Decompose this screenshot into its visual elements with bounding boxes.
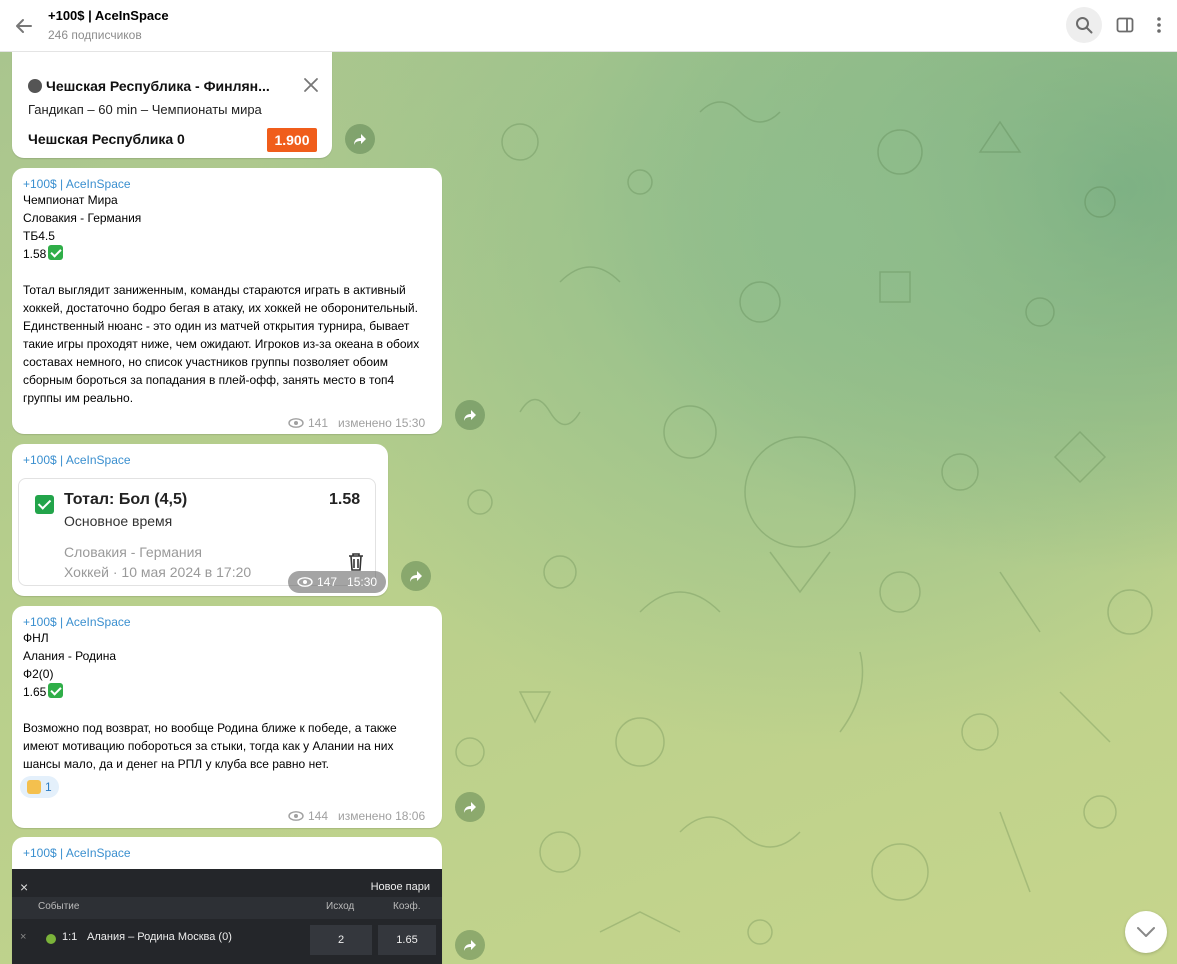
close-icon: × — [20, 879, 29, 895]
slip-match: Словакия - Германия — [64, 544, 203, 560]
message-line: Алания - Родина — [23, 649, 117, 663]
message-line-odds: 1.58 — [23, 245, 428, 263]
slip-period: Основное время — [64, 513, 173, 529]
arrow-left-icon — [16, 19, 32, 33]
reaction-count: 1 — [45, 780, 52, 794]
message-line: ТБ4.5 — [23, 229, 55, 243]
forward-button[interactable] — [455, 930, 485, 960]
search-icon — [1076, 17, 1093, 34]
message-meta: 144 изменено 18:06 — [288, 809, 425, 823]
hockey-puck-icon — [28, 79, 42, 93]
message-time: изменено 18:06 — [338, 809, 426, 823]
message-author[interactable]: +100$ | AceInSpace — [23, 177, 428, 191]
reaction-chip[interactable]: 1 — [20, 776, 59, 798]
message-bubble[interactable]: +100$ | AceInSpace × Новое пари Событие … — [12, 837, 442, 964]
share-arrow-icon — [410, 571, 422, 582]
message-text: Возможно под возврат, но вообще Родина б… — [23, 721, 397, 771]
live-ball-icon — [46, 934, 56, 944]
row-outcome-box: 2 — [310, 925, 372, 955]
views-eye-icon — [297, 577, 313, 587]
message-author[interactable]: +100$ | AceInSpace — [23, 453, 131, 467]
message-meta: 147 15:30 — [288, 571, 387, 593]
message-time: изменено 15:30 — [338, 416, 426, 430]
slip-date: Хоккей · 10 мая 2024 в 17:20 — [64, 564, 252, 580]
odds-value: 1.58 — [23, 247, 47, 261]
row-outcome: 2 — [337, 934, 345, 946]
share-arrow-icon — [464, 940, 476, 951]
side-panel-button[interactable] — [1107, 7, 1143, 43]
bet-pick: Чешская Республика 0 — [28, 131, 185, 147]
col-odds: Коэф. — [393, 901, 421, 912]
message-author[interactable]: +100$ | AceInSpace — [23, 615, 428, 629]
screenshot-table-row: × 1:1 Алания – Родина Москва (0) 2 1.65 — [12, 925, 442, 955]
forward-button[interactable] — [401, 561, 431, 591]
view-count: 147 — [317, 575, 338, 589]
slip-odds: 1.58 — [329, 491, 361, 508]
message-line: Словакия - Германия — [23, 211, 142, 225]
message-text: Тотал выглядит заниженным, команды стара… — [23, 283, 420, 405]
message-line: Чемпионат Мира — [23, 193, 118, 207]
share-arrow-icon — [464, 802, 476, 813]
channel-title[interactable]: +100$ | AceInSpace — [48, 8, 169, 23]
bet-market: Гандикап – 60 min – Чемпионаты мира — [28, 102, 262, 117]
message-bubble[interactable]: +100$ | AceInSpace ФНЛ Алания - Родина Ф… — [12, 606, 442, 828]
forward-button[interactable] — [455, 400, 485, 430]
col-event: Событие — [38, 901, 80, 912]
message-line-odds: 1.65 — [23, 683, 428, 701]
sidebar-icon — [1116, 17, 1134, 33]
share-arrow-icon — [354, 134, 366, 145]
screenshot-title: Новое пари — [370, 881, 430, 893]
check-mark-icon — [48, 245, 64, 260]
share-arrow-icon — [464, 410, 476, 421]
odds-badge[interactable]: 1.900 — [267, 128, 317, 152]
subscriber-count: 246 подписчиков — [48, 28, 142, 42]
forward-button[interactable] — [345, 124, 375, 154]
close-icon[interactable] — [302, 76, 320, 94]
message-time: 15:30 — [347, 575, 378, 589]
row-remove-icon: × — [20, 931, 27, 943]
slip-title: Тотал: Бол (4,5) — [64, 491, 188, 508]
thumbs-up-icon — [27, 780, 41, 794]
views-eye-icon — [288, 811, 304, 821]
bet-card-message[interactable]: Чешская Республика - Финлян... Гандикап … — [12, 52, 332, 158]
bet-match-title: Чешская Республика - Финлян... — [28, 78, 290, 94]
message-author[interactable]: +100$ | AceInSpace — [23, 846, 131, 860]
row-odds-box: 1.65 — [378, 925, 436, 955]
row-odds: 1.65 — [396, 934, 418, 946]
scroll-down-button[interactable] — [1125, 911, 1167, 953]
views-eye-icon — [288, 418, 304, 428]
trash-icon — [347, 552, 365, 572]
screenshot-table-header: Событие Исход Коэф. — [12, 897, 442, 919]
row-event: Алания – Родина Москва (0) — [87, 931, 232, 943]
message-line: Ф2(0) — [23, 667, 54, 681]
col-outcome: Исход — [326, 901, 355, 912]
forward-button[interactable] — [455, 792, 485, 822]
bet-screenshot[interactable]: × Новое пари Событие Исход Коэф. × 1:1 А… — [12, 869, 442, 964]
message-meta: 141 изменено 15:30 — [288, 416, 425, 430]
more-vertical-icon — [1157, 17, 1161, 33]
bet-match-title-text: Чешская Республика - Финлян... — [46, 78, 270, 94]
search-button[interactable] — [1066, 7, 1102, 43]
message-line: ФНЛ — [23, 631, 49, 645]
back-button[interactable] — [10, 12, 38, 40]
check-box-icon — [35, 495, 54, 514]
row-score: 1:1 — [62, 931, 78, 943]
chat-header: +100$ | AceInSpace 246 подписчиков — [0, 0, 1177, 52]
message-bubble[interactable]: +100$ | AceInSpace Чемпионат Мира Словак… — [12, 168, 442, 434]
chevron-down-icon — [1137, 927, 1155, 937]
check-mark-icon — [48, 683, 64, 698]
view-count: 141 — [308, 416, 329, 430]
message-bubble[interactable]: +100$ | AceInSpace Тотал: Бол (4,5) 1.58… — [12, 444, 388, 596]
view-count: 144 — [308, 809, 329, 823]
bet-slip-card[interactable]: Тотал: Бол (4,5) 1.58 Основное время Сло… — [18, 478, 376, 586]
more-button[interactable] — [1141, 7, 1177, 43]
odds-value: 1.65 — [23, 685, 47, 699]
